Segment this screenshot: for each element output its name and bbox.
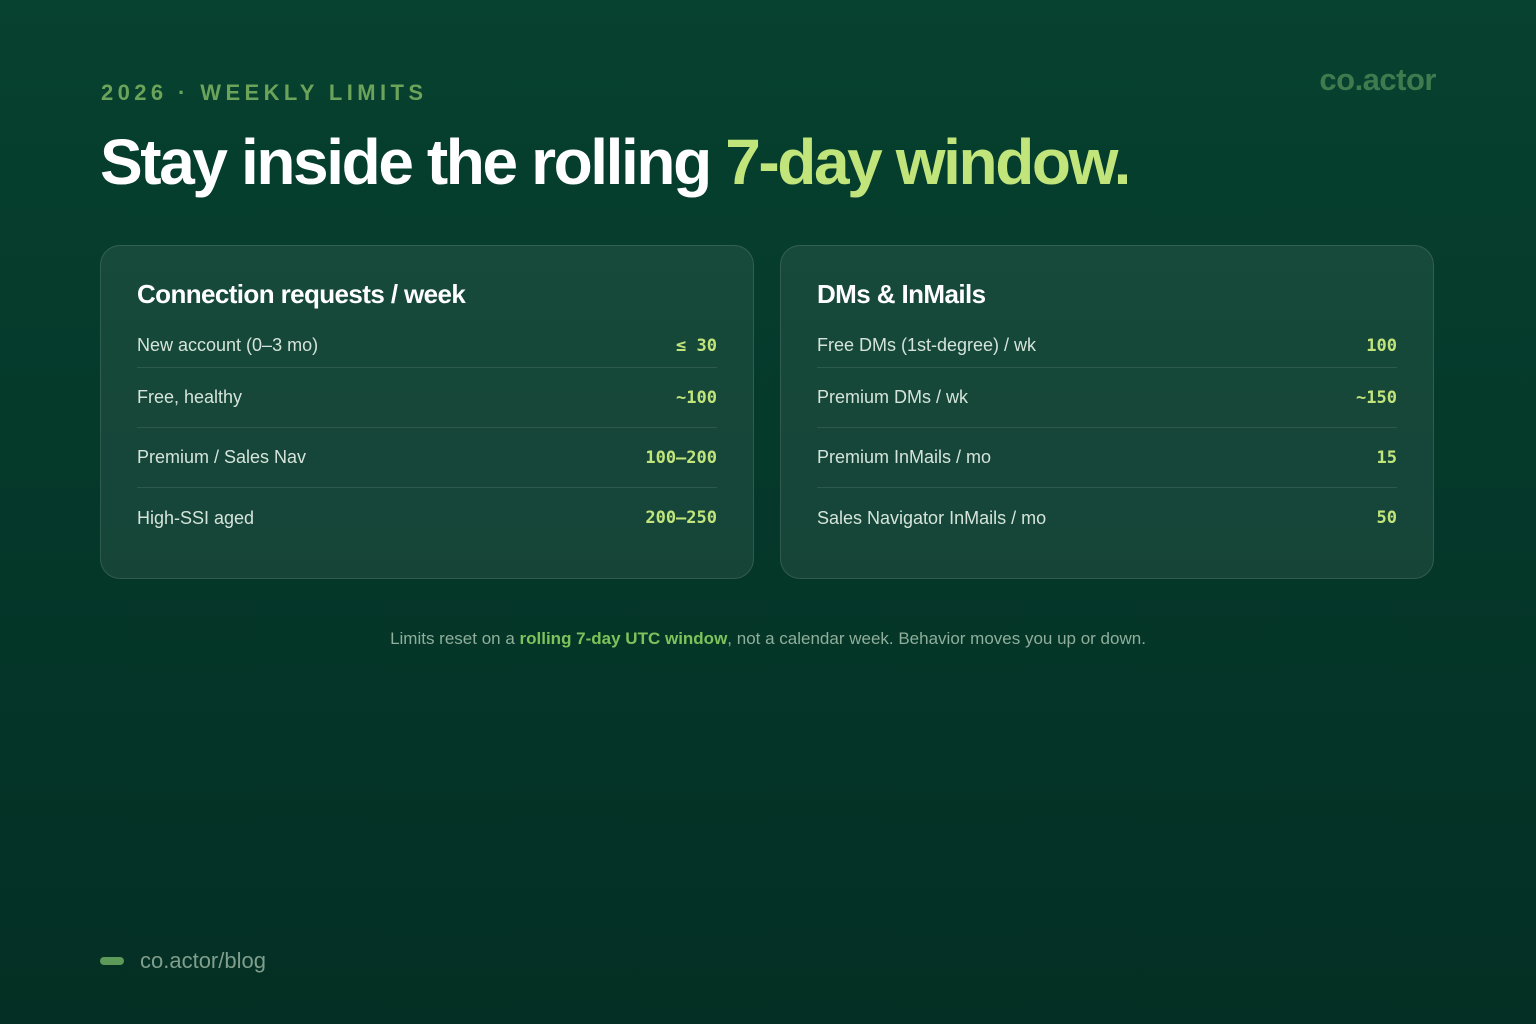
limit-row: High-SSI aged 200–250 [137, 488, 717, 548]
dms-inmails-card: DMs & InMails Free DMs (1st-degree) / wk… [780, 245, 1434, 579]
limit-label: Free, healthy [137, 387, 243, 407]
limit-label: Premium InMails / mo [817, 447, 992, 467]
limit-label: Sales Navigator InMails / mo [817, 507, 1047, 528]
limit-value: ~150 [1356, 387, 1397, 408]
limit-row: Premium / Sales Nav 100–200 [137, 428, 717, 488]
limit-row: Premium DMs / wk ~150 [817, 368, 1397, 428]
connection-requests-card: Connection requests / week New account (… [100, 245, 754, 579]
limit-row: New account (0–3 mo) ≤ 30 [137, 324, 717, 368]
limit-value: 200–250 [645, 508, 717, 528]
page-title: Stay inside the rolling 7-day window. [100, 124, 1131, 200]
limit-value: 100–200 [645, 447, 717, 468]
limit-label: New account (0–3 mo) [137, 335, 319, 355]
card-title: Connection requests / week [137, 279, 466, 309]
card-title: DMs & InMails [817, 279, 986, 309]
footnote-after: , not a calendar week. Behavior moves yo… [727, 629, 1146, 648]
eyebrow-label: 2026 · WEEKLY LIMITS [101, 80, 428, 105]
limit-value: ~100 [676, 387, 717, 408]
limit-row: Premium InMails / mo 15 [817, 428, 1397, 488]
limit-label: High-SSI aged [137, 507, 255, 528]
headline-accent: 7-day window. [725, 126, 1131, 198]
footnote-before: Limits reset on a [390, 629, 520, 648]
limit-value: ≤ 30 [676, 335, 717, 356]
limit-row: Free, healthy ~100 [137, 368, 717, 428]
blog-link[interactable]: co.actor/blog [140, 948, 266, 974]
dash-icon [100, 957, 124, 965]
limit-row: Free DMs (1st-degree) / wk 100 [817, 324, 1397, 368]
limit-label: Premium / Sales Nav [137, 447, 307, 467]
limit-label: Premium DMs / wk [817, 387, 969, 407]
footer: co.actor/blog [100, 948, 266, 974]
footnote: Limits reset on a rolling 7-day UTC wind… [0, 629, 1536, 649]
footnote-highlight: rolling 7-day UTC window [519, 629, 728, 648]
brand-logo: co.actor [1319, 62, 1436, 97]
limit-label: Free DMs (1st-degree) / wk [817, 335, 1037, 355]
limit-value: 50 [1376, 508, 1397, 528]
limit-row: Sales Navigator InMails / mo 50 [817, 488, 1397, 548]
limit-value: 15 [1376, 447, 1397, 468]
headline-main: Stay inside the rolling [100, 126, 726, 198]
limit-value: 100 [1366, 335, 1397, 356]
